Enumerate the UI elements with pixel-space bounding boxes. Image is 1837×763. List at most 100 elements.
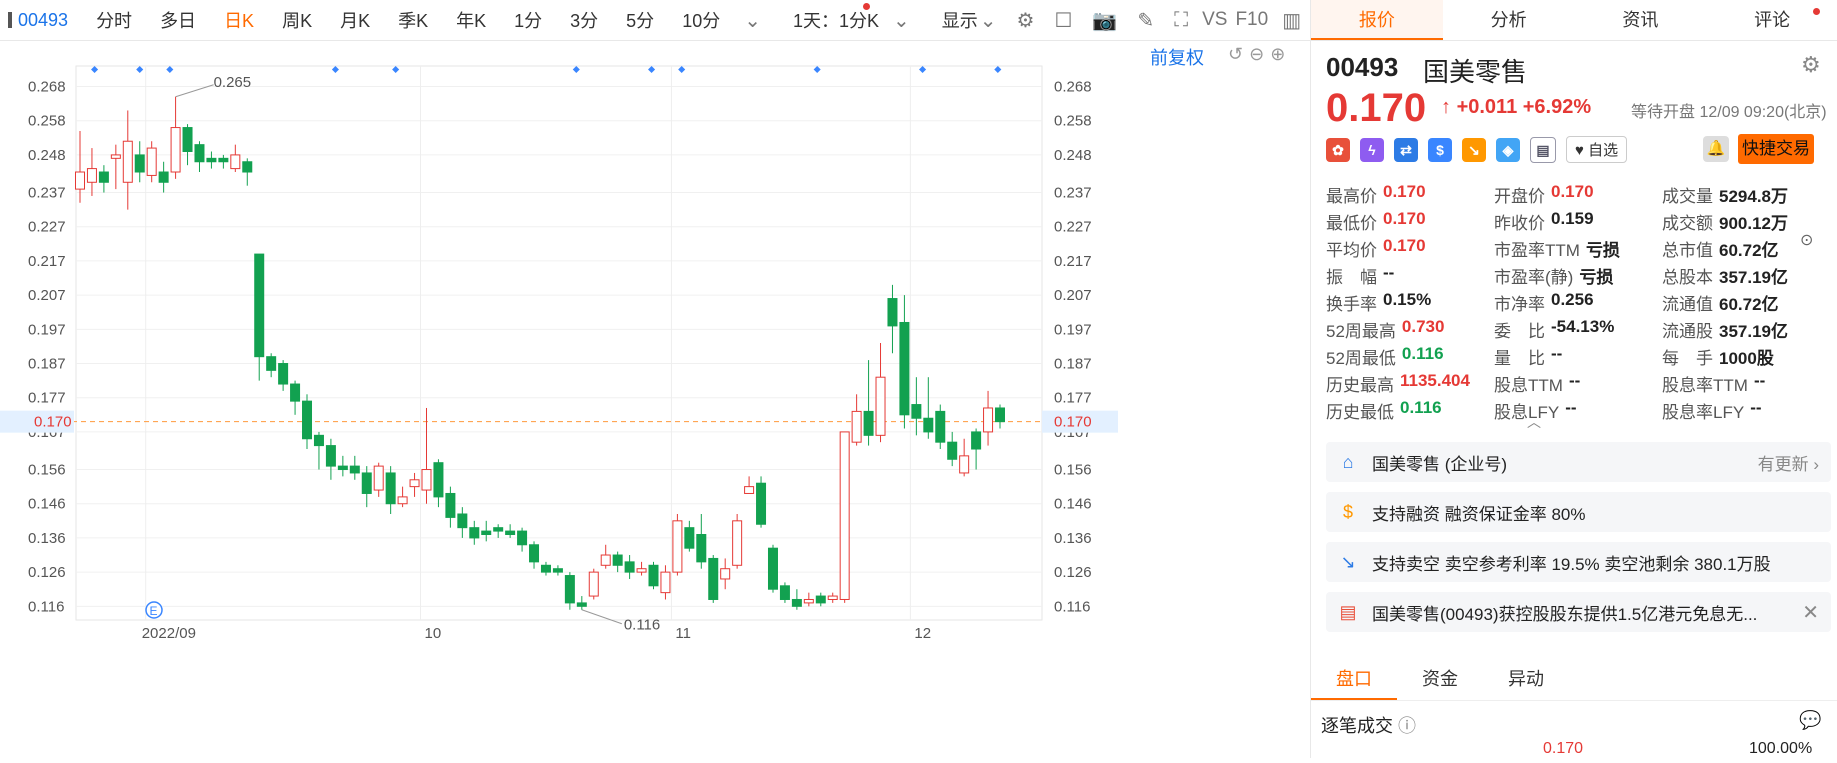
candle[interactable]	[791, 589, 802, 610]
event-diamond-icon[interactable]	[572, 65, 580, 74]
gear-icon[interactable]: ⚙	[1007, 8, 1045, 33]
candle[interactable]	[337, 455, 348, 477]
tab-year-k[interactable]: 年K	[442, 7, 500, 33]
chevron-down-icon[interactable]: ⌄	[734, 8, 771, 33]
close-icon[interactable]: ✕	[1802, 600, 1819, 625]
candle[interactable]	[995, 404, 1005, 429]
period-select[interactable]: 1天：1分K	[779, 7, 893, 33]
candle[interactable]	[648, 561, 659, 590]
candle[interactable]	[863, 360, 874, 446]
add-favorite-button[interactable]: ♥ 自选	[1566, 136, 1628, 163]
candle[interactable]	[911, 377, 922, 436]
candle[interactable]	[517, 527, 528, 552]
event-diamond-icon[interactable]	[136, 65, 144, 74]
candle[interactable]	[552, 565, 563, 576]
candle[interactable]	[827, 592, 838, 603]
event-diamond-icon[interactable]	[648, 65, 656, 74]
candle[interactable]	[576, 596, 587, 610]
candle[interactable]	[947, 431, 958, 467]
candle[interactable]	[983, 390, 994, 446]
candle[interactable]	[182, 124, 193, 166]
fuquan-button[interactable]: 前复权	[1150, 44, 1204, 70]
candle[interactable]	[708, 555, 719, 603]
bell-icon[interactable]: 🔔	[1703, 136, 1729, 162]
candle[interactable]	[935, 404, 946, 450]
candle[interactable]	[959, 438, 970, 477]
tab-month-k[interactable]: 月K	[326, 7, 384, 33]
candle[interactable]	[493, 524, 504, 538]
candle[interactable]	[134, 141, 145, 183]
candle[interactable]	[433, 459, 444, 508]
f10-button[interactable]: F10	[1231, 9, 1272, 31]
candle[interactable]	[409, 472, 420, 497]
zoom-in-icon[interactable]: ⊕	[1270, 44, 1291, 64]
camera-icon[interactable]: 📷	[1082, 8, 1127, 33]
candle[interactable]	[158, 161, 169, 193]
candle[interactable]	[325, 438, 336, 480]
candle[interactable]	[290, 380, 301, 415]
trend-down-icon[interactable]: ↘	[1462, 137, 1486, 162]
candle[interactable]	[361, 466, 372, 508]
candle[interactable]	[373, 462, 384, 497]
candle[interactable]	[230, 144, 241, 173]
candle[interactable]	[696, 513, 707, 569]
zoom-out-icon[interactable]: ⊖	[1249, 44, 1270, 64]
candle[interactable]	[564, 572, 575, 610]
candle[interactable]	[457, 507, 468, 538]
candle[interactable]	[278, 360, 289, 391]
candle[interactable]	[421, 407, 432, 504]
candle[interactable]	[170, 96, 181, 179]
candle[interactable]	[971, 428, 982, 470]
candle[interactable]	[98, 165, 109, 193]
chat-icon[interactable]: 💬	[1799, 710, 1821, 731]
candle[interactable]	[779, 582, 790, 603]
tab-1min[interactable]: 1分	[500, 7, 556, 33]
candle[interactable]	[815, 592, 826, 607]
candle[interactable]	[266, 353, 277, 378]
candle[interactable]	[110, 144, 121, 190]
candle[interactable]	[660, 565, 671, 600]
tab-3min[interactable]: 3分	[556, 7, 612, 33]
info-icon[interactable]: ⓘ	[1398, 716, 1416, 736]
candle[interactable]	[302, 394, 313, 450]
tab-funds[interactable]: 资金	[1397, 658, 1483, 700]
candle[interactable]	[720, 558, 731, 590]
candle[interactable]	[242, 158, 253, 186]
info-margin[interactable]: $ 支持融资 融资保证金率 80%	[1326, 492, 1831, 532]
quick-trade-button[interactable]: 快捷交易	[1738, 134, 1814, 164]
candle[interactable]	[803, 592, 814, 607]
event-diamond-icon[interactable]	[331, 65, 339, 74]
document-icon[interactable]: ▤	[1530, 136, 1556, 163]
fullscreen-icon[interactable]: ⛶	[1164, 9, 1198, 32]
candle[interactable]	[600, 544, 611, 569]
candle[interactable]	[194, 141, 205, 173]
tab-week-k[interactable]: 周K	[268, 7, 326, 33]
candle[interactable]	[756, 476, 767, 528]
candle[interactable]	[899, 295, 910, 429]
candle[interactable]	[672, 513, 683, 576]
chevron-down-icon[interactable]: ⌄	[893, 8, 920, 33]
candle[interactable]	[851, 394, 862, 446]
kline-chart[interactable]: 0.268 0.268 0.258 0.258 0.248 0.248 0.237 0.237…	[0, 40, 1310, 758]
candle[interactable]	[744, 476, 755, 494]
pen-icon[interactable]: ✎	[1127, 8, 1164, 33]
tab-fenshi[interactable]: 分时	[82, 7, 146, 33]
chevron-down-icon[interactable]: ⌄	[980, 8, 1007, 33]
candle[interactable]	[445, 486, 456, 528]
event-diamond-icon[interactable]	[91, 65, 99, 74]
gear-icon[interactable]: ⚙	[1801, 52, 1821, 78]
candle[interactable]	[767, 544, 778, 593]
tab-10min[interactable]: 10分	[668, 7, 734, 33]
candle[interactable]	[254, 253, 265, 381]
tab-duori[interactable]: 多日	[146, 7, 210, 33]
candle[interactable]	[624, 555, 635, 579]
event-diamond-icon[interactable]	[392, 65, 400, 74]
chevron-up-icon[interactable]: ︿	[1527, 412, 1541, 432]
candle[interactable]	[875, 343, 886, 443]
event-e-icon[interactable]: E	[145, 601, 163, 619]
candle[interactable]	[349, 455, 360, 480]
shuffle-icon[interactable]: ⇄	[1394, 137, 1418, 162]
vs-button[interactable]: VS	[1198, 9, 1231, 31]
tab-analysis[interactable]: 分析	[1443, 0, 1575, 40]
tab-quarter-k[interactable]: 季K	[384, 7, 442, 33]
